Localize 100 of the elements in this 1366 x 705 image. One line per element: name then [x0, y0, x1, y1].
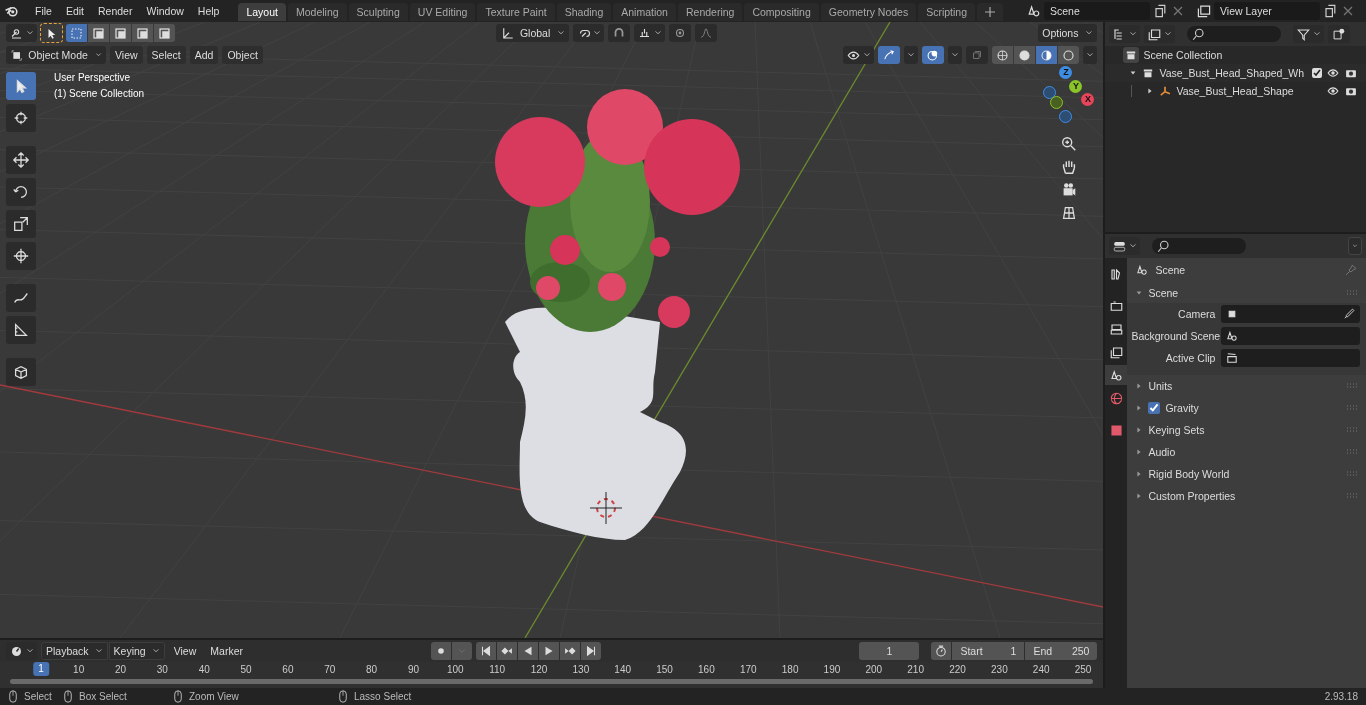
- expand-arrow-icon[interactable]: [1129, 69, 1138, 77]
- exclude-checkbox[interactable]: [1312, 68, 1322, 78]
- timeline-scrollbar[interactable]: [10, 679, 1094, 684]
- shading-mode-button[interactable]: [1036, 46, 1058, 64]
- panel-header[interactable]: Gravity: [1165, 401, 1199, 414]
- x-axis-handle[interactable]: X: [1081, 93, 1095, 106]
- jump-start-icon[interactable]: [476, 642, 497, 660]
- panel-header[interactable]: Scene: [1148, 286, 1179, 299]
- menu-item[interactable]: Edit: [58, 5, 91, 17]
- outliner-item[interactable]: Vase_Bust_Head_Shape: [1176, 85, 1294, 97]
- 3d-viewport[interactable]: Global Options Object Mode View Select Add Object User Perspective (1) Scene Collection X Y Z: [0, 22, 1104, 638]
- add-workspace-button[interactable]: [977, 3, 1003, 21]
- panel-header[interactable]: Units: [1148, 379, 1173, 392]
- editor-type-button[interactable]: [1109, 25, 1141, 43]
- z-axis-handle[interactable]: Z: [1059, 66, 1073, 79]
- scene-icon[interactable]: [1026, 3, 1042, 19]
- workspace-tab[interactable]: Layout: [238, 3, 286, 21]
- end-frame-field[interactable]: End 250: [1025, 642, 1098, 660]
- search-field[interactable]: [1187, 26, 1282, 42]
- cursor-tool-button[interactable]: [6, 104, 36, 132]
- snap-magnet-icon[interactable]: [608, 24, 631, 42]
- drag-handle-icon[interactable]: [1346, 289, 1358, 296]
- workspace-tab[interactable]: Rendering: [677, 3, 743, 21]
- current-frame-field[interactable]: 1: [859, 642, 920, 660]
- workspace-tab[interactable]: Geometry Nodes: [820, 3, 917, 21]
- overlay-toggle-icon[interactable]: [922, 46, 945, 64]
- record-icon[interactable]: [431, 642, 452, 660]
- drag-handle-icon[interactable]: [1346, 426, 1358, 433]
- copy-icon[interactable]: [1152, 3, 1168, 19]
- panel-header[interactable]: Audio: [1148, 445, 1176, 458]
- workspace-tab[interactable]: Texture Paint: [477, 3, 555, 21]
- panel-checkbox[interactable]: [1148, 401, 1161, 414]
- new-collection-icon[interactable]: [1328, 25, 1351, 43]
- axis-dot-icon[interactable]: [1050, 96, 1064, 109]
- menu-item[interactable]: Help: [190, 5, 227, 17]
- select-tool-button[interactable]: [6, 72, 36, 100]
- workspace-tab[interactable]: Sculpting: [348, 3, 408, 21]
- panel-header[interactable]: Keying Sets: [1148, 423, 1205, 436]
- drag-handle-icon[interactable]: [1346, 492, 1358, 499]
- viewport-menu[interactable]: Select: [146, 46, 186, 64]
- snap-target-dropdown[interactable]: [634, 24, 666, 42]
- shading-mode-button[interactable]: [1058, 46, 1080, 64]
- editor-type-button[interactable]: [6, 24, 37, 42]
- menu-item[interactable]: Window: [139, 5, 191, 17]
- view-layer-field[interactable]: View Layer: [1214, 2, 1320, 20]
- workspace-tab[interactable]: Modeling: [287, 3, 347, 21]
- editor-type-button[interactable]: [1109, 237, 1141, 255]
- start-frame-field[interactable]: Start 1: [952, 642, 1025, 660]
- pivot-dropdown[interactable]: [573, 24, 605, 42]
- panel-header[interactable]: Rigid Body World: [1148, 467, 1230, 480]
- next-keyframe-icon[interactable]: [560, 642, 581, 660]
- rotate-tool-button[interactable]: [6, 178, 36, 206]
- play-reverse-icon[interactable]: [518, 642, 539, 660]
- eye-icon[interactable]: [1326, 84, 1340, 98]
- drag-handle-icon[interactable]: [1346, 404, 1358, 411]
- expand-arrow-icon[interactable]: [1135, 288, 1144, 297]
- panel-header[interactable]: Custom Properties: [1148, 489, 1236, 502]
- previous-keyframe-icon[interactable]: [497, 642, 518, 660]
- measure-tool-button[interactable]: [6, 316, 36, 344]
- outliner-item[interactable]: Scene Collection: [1143, 49, 1223, 61]
- eye-icon[interactable]: [1326, 66, 1340, 80]
- y-axis-handle[interactable]: Y: [1069, 80, 1083, 93]
- select-mode-button[interactable]: [110, 24, 131, 42]
- axis-dot-icon[interactable]: [1043, 86, 1057, 99]
- jump-end-icon[interactable]: [581, 642, 602, 660]
- drag-handle-icon[interactable]: [1346, 382, 1358, 389]
- select-mode-button[interactable]: [88, 24, 109, 42]
- property-field[interactable]: [1221, 305, 1360, 323]
- select-mode-button[interactable]: [132, 24, 153, 42]
- workspace-tab[interactable]: Scripting: [918, 3, 975, 21]
- shading-mode-button[interactable]: [992, 46, 1014, 64]
- current-frame-marker[interactable]: 1: [33, 662, 49, 676]
- mode-dropdown[interactable]: Object Mode: [6, 46, 106, 64]
- scene-name-field[interactable]: Scene: [1044, 2, 1150, 20]
- workspace-tab[interactable]: Animation: [613, 3, 676, 21]
- xray-toggle-icon[interactable]: [966, 46, 989, 64]
- search-field[interactable]: [1152, 238, 1247, 254]
- workspace-tab[interactable]: UV Editing: [409, 3, 476, 21]
- menu-item[interactable]: Render: [91, 5, 140, 17]
- property-field[interactable]: [1221, 327, 1360, 345]
- visibility-dropdown[interactable]: [843, 46, 875, 64]
- workspace-tab[interactable]: Compositing: [744, 3, 819, 21]
- axis-dot-icon[interactable]: [1059, 110, 1073, 123]
- timeline-dropdown[interactable]: Keying: [108, 642, 165, 660]
- proportional-edit-icon[interactable]: [669, 24, 692, 42]
- viewport-menu[interactable]: Add: [189, 46, 219, 64]
- filter-dropdown[interactable]: [1293, 25, 1325, 43]
- property-field[interactable]: [1221, 349, 1360, 367]
- tweak-tool-button[interactable]: [41, 24, 62, 42]
- play-icon[interactable]: [539, 642, 560, 660]
- transform-tool-button[interactable]: [6, 242, 36, 270]
- add-cube-tool-button[interactable]: [6, 358, 36, 386]
- annotate-tool-button[interactable]: [6, 284, 36, 312]
- drag-handle-icon[interactable]: [1346, 448, 1358, 455]
- viewport-menu[interactable]: View: [110, 46, 143, 64]
- stopwatch-icon[interactable]: [931, 642, 952, 660]
- orientation-dropdown[interactable]: Global: [495, 24, 570, 42]
- outliner-item[interactable]: Vase_Bust_Head_Shaped_Wh: [1159, 67, 1304, 79]
- move-tool-button[interactable]: [6, 146, 36, 174]
- scale-tool-button[interactable]: [6, 210, 36, 238]
